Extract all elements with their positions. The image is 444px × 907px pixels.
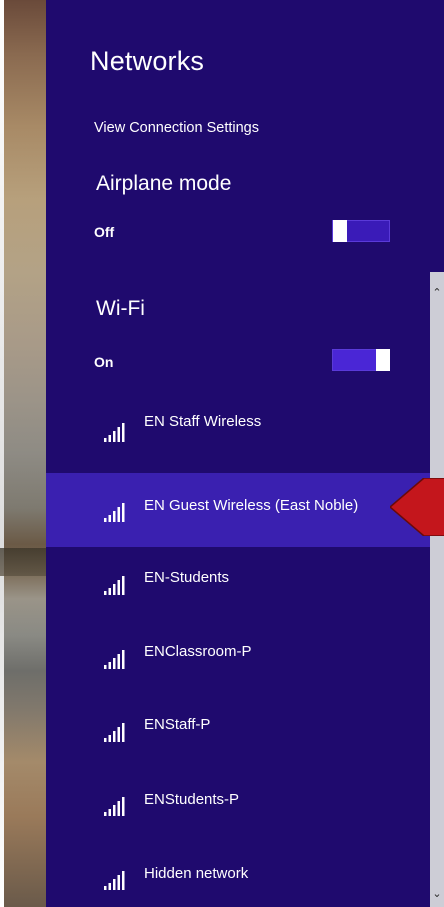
network-name: ENStaff-P [144, 716, 211, 733]
wifi-toggle[interactable] [332, 349, 390, 371]
wifi-signal-icon [104, 423, 125, 442]
desktop-shoreline [0, 548, 46, 576]
network-name: ENClassroom-P [144, 643, 252, 660]
airplane-mode-label: Airplane mode [96, 172, 232, 195]
toggle-fill [333, 350, 377, 370]
network-name: Hidden network [144, 865, 249, 882]
chevron-down-icon[interactable]: ⌄ [430, 885, 444, 903]
chevron-up-icon[interactable]: ⌃ [430, 284, 444, 302]
desktop-edge [0, 0, 4, 907]
network-item-selected[interactable]: EN Guest Wireless (East Noble) [46, 473, 430, 547]
desktop-background [0, 0, 46, 907]
network-item[interactable]: EN Staff Wireless [46, 392, 430, 466]
airplane-mode-state: Off [94, 224, 115, 240]
networks-panel: Networks View Connection Settings Airpla… [46, 0, 444, 907]
network-name: EN Staff Wireless [144, 413, 262, 430]
network-name: EN-Students [144, 569, 230, 586]
wifi-signal-icon [104, 503, 125, 522]
view-connection-settings-link[interactable]: View Connection Settings [94, 120, 259, 136]
toggle-thumb [333, 220, 347, 242]
wifi-signal-icon [104, 576, 125, 595]
wifi-state: On [94, 354, 114, 370]
red-arrow-pointer [390, 478, 444, 536]
network-list-scrollbar[interactable]: ⌃ ⌄ [430, 272, 444, 907]
network-name: EN Guest Wireless (East Noble) [144, 497, 359, 514]
network-item[interactable]: EN-Students [46, 547, 430, 621]
wifi-signal-icon [104, 650, 125, 669]
network-item[interactable]: Hidden network [46, 842, 430, 907]
wifi-signal-icon [104, 797, 125, 816]
toggle-thumb [376, 349, 390, 371]
airplane-mode-toggle[interactable] [332, 220, 390, 242]
wifi-signal-icon [104, 871, 125, 890]
network-item[interactable]: ENStudents-P [46, 768, 430, 842]
wifi-signal-icon [104, 723, 125, 742]
panel-title: Networks [90, 46, 205, 76]
network-item[interactable]: ENStaff-P [46, 692, 430, 766]
network-item[interactable]: ENClassroom-P [46, 620, 430, 694]
network-name: ENStudents-P [144, 791, 240, 808]
wifi-label: Wi-Fi [96, 297, 145, 320]
